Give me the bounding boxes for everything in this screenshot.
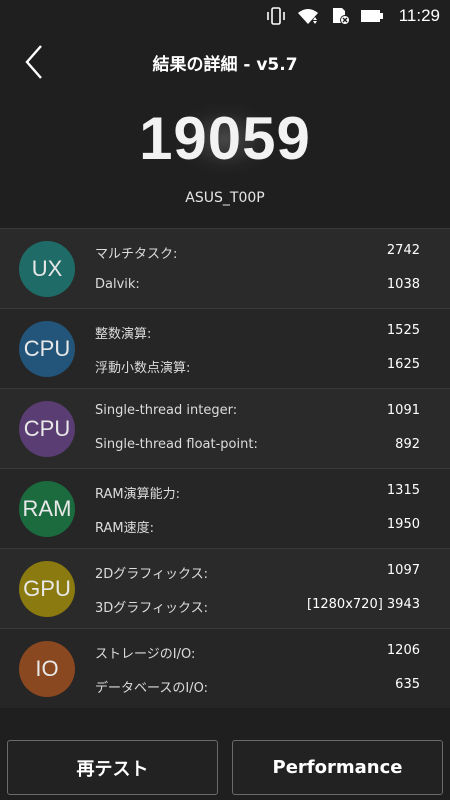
battery-icon [360,10,383,22]
metric-value: 635 [395,677,420,692]
gpu-badge: GPU [19,561,75,617]
bottom-buttons: 再テスト Performance [0,740,450,800]
category-row-cpu: CPU 整数演算: 1525 浮動小数点演算: 1625 [0,308,450,388]
metric-label: 浮動小数点演算: [95,361,191,376]
chevron-left-icon [25,45,42,79]
performance-button[interactable]: Performance [232,740,443,795]
metric-label: RAM速度: [95,521,154,536]
status-icons: 11:29 [265,6,440,26]
category-row-cpu-single-thread: CPU Single-thread integer: 1091 Single-t… [0,388,450,468]
retest-button[interactable]: 再テスト [7,740,218,795]
category-row-io: IO ストレージのI/O: 1206 データベースのI/O: 635 [0,628,450,708]
score-area: 19059 ASUS_T00P [0,92,450,222]
page-title: 結果の詳細 - v5.7 [152,54,298,75]
metric-value: 1091 [386,403,420,418]
device-name: ASUS_T00P [185,190,265,206]
wifi-icon [297,9,318,24]
cpu-badge: CPU [19,321,75,377]
app-header: 結果の詳細 - v5.7 [0,32,450,92]
metric-value: 1315 [386,483,420,498]
ux-badge: UX [19,241,75,297]
io-badge: IO [19,641,75,697]
cpu-single-thread-badge: CPU [19,401,75,457]
status-bar: 11:29 [0,0,450,32]
back-button[interactable] [14,42,54,82]
category-row-ux: UX マルチタスク: 2742 Dalvik: 1038 [0,228,450,308]
total-score: 19059 [139,105,311,172]
metric-label: Single-thread integer: [95,403,238,418]
metric-label: 2Dグラフィックス: [95,567,209,582]
metric-label: データベースのI/O: [95,681,208,696]
metric-label: 整数演算: [95,327,152,342]
metric-value: 1625 [386,357,420,372]
metric-label: RAM演算能力: [95,487,180,502]
category-row-gpu: GPU 2Dグラフィックス: 1097 3Dグラフィックス: [1280x720… [0,548,450,628]
metric-value: 892 [395,437,420,452]
metric-value: 1206 [386,643,420,658]
metric-label: ストレージのI/O: [95,647,196,662]
metric-value: 1525 [386,323,420,338]
metric-value: 1097 [386,563,420,578]
metric-label: Single-thread float-point: [95,437,258,452]
sd-card-icon [332,8,350,25]
metric-label: マルチタスク: [95,247,178,262]
ram-badge: RAM [19,481,75,537]
metric-value: [1280x720] 3943 [307,597,420,612]
metric-label: 3Dグラフィックス: [95,601,209,616]
metric-value: 1950 [386,517,420,532]
metric-value: 2742 [386,243,420,258]
vibrate-icon [266,7,285,25]
status-time: 11:29 [398,6,440,25]
metric-value: 1038 [386,277,420,292]
results-list: UX マルチタスク: 2742 Dalvik: 1038 CPU 整数演算: 1… [0,228,450,708]
metric-label: Dalvik: [95,277,140,292]
category-row-ram: RAM RAM演算能力: 1315 RAM速度: 1950 [0,468,450,548]
